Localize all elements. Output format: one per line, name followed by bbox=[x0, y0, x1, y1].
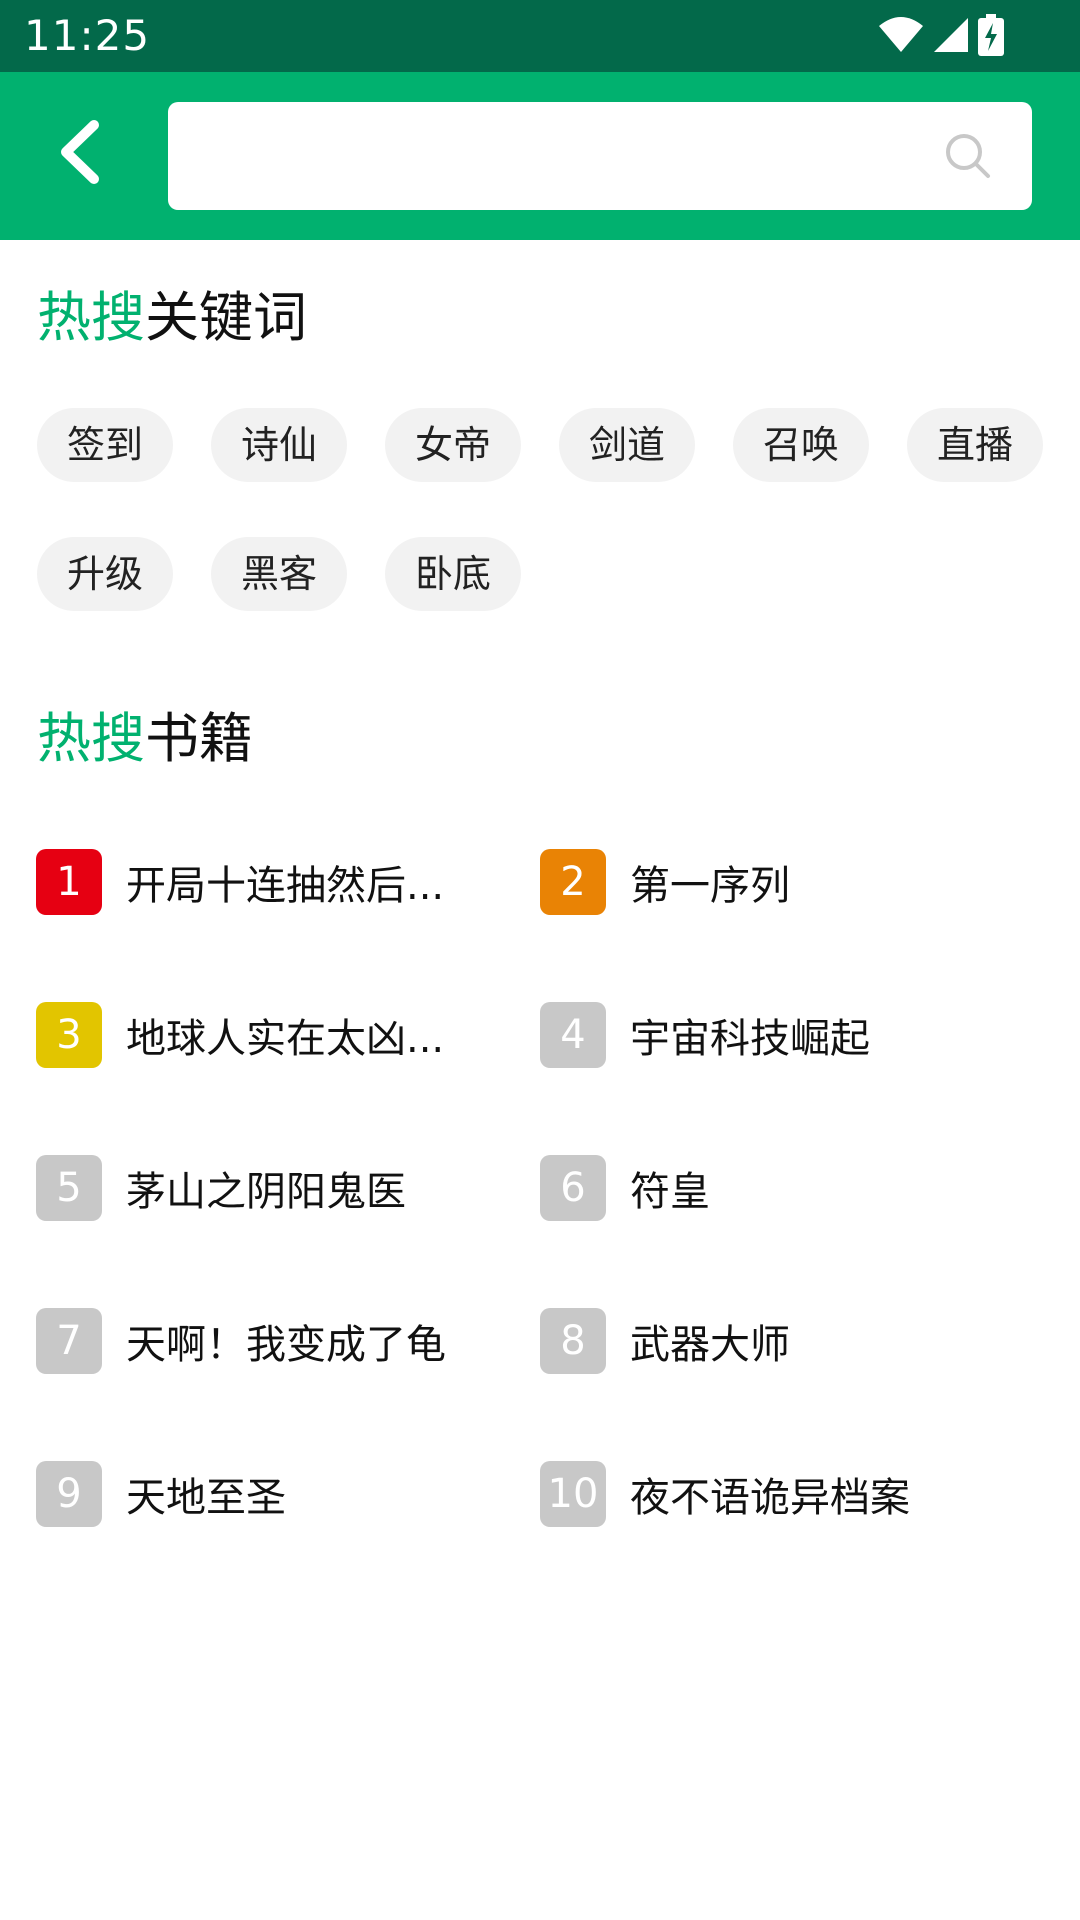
status-icons bbox=[878, 14, 1004, 56]
search-box[interactable] bbox=[168, 102, 1032, 212]
book-title: 茅山之阴阳鬼医 bbox=[126, 1169, 406, 1215]
rank-badge: 1 bbox=[36, 849, 102, 915]
status-time: 11:25 bbox=[24, 11, 151, 60]
keyword-chip[interactable]: 直播 bbox=[907, 408, 1043, 482]
wifi-icon bbox=[879, 17, 923, 52]
keyword-chip[interactable]: 剑道 bbox=[559, 408, 695, 482]
book-rank-item[interactable]: 6 符皇 bbox=[540, 1155, 1020, 1221]
book-rank-item[interactable]: 2 第一序列 bbox=[540, 849, 1020, 915]
book-title: 天地至圣 bbox=[126, 1475, 286, 1521]
book-rank-item[interactable]: 4 宇宙科技崛起 bbox=[540, 1002, 1020, 1068]
rank-badge: 5 bbox=[36, 1155, 102, 1221]
app-bar bbox=[0, 72, 1080, 240]
hot-books-title: 热搜书籍 bbox=[37, 707, 253, 771]
book-title: 开局十连抽然后... bbox=[126, 863, 445, 909]
rank-badge: 10 bbox=[540, 1461, 606, 1527]
rank-badge: 7 bbox=[36, 1308, 102, 1374]
keyword-chip[interactable]: 女帝 bbox=[385, 408, 521, 482]
book-rank-item[interactable]: 1 开局十连抽然后... bbox=[36, 849, 516, 915]
keyword-chip[interactable]: 卧底 bbox=[385, 537, 521, 611]
book-rank-item[interactable]: 5 茅山之阴阳鬼医 bbox=[36, 1155, 516, 1221]
rank-badge: 2 bbox=[540, 849, 606, 915]
hot-books-title-accent: 热搜 bbox=[37, 707, 145, 770]
book-rank-item[interactable]: 3 地球人实在太凶... bbox=[36, 1002, 516, 1068]
rank-badge: 6 bbox=[540, 1155, 606, 1221]
rank-badge: 9 bbox=[36, 1461, 102, 1527]
book-rank-item[interactable]: 8 武器大师 bbox=[540, 1308, 1020, 1374]
hot-keywords-title-rest: 关键词 bbox=[145, 286, 307, 349]
book-rank-item[interactable]: 10 夜不语诡异档案 bbox=[540, 1461, 1020, 1527]
keyword-chip[interactable]: 诗仙 bbox=[211, 408, 347, 482]
battery-charging-icon bbox=[978, 14, 1004, 56]
hot-books-title-rest: 书籍 bbox=[145, 707, 253, 770]
rank-badge: 8 bbox=[540, 1308, 606, 1374]
status-bar: 11:25 bbox=[0, 0, 1080, 72]
search-input[interactable] bbox=[192, 102, 896, 212]
book-rank-item[interactable]: 9 天地至圣 bbox=[36, 1461, 516, 1527]
book-title: 符皇 bbox=[630, 1169, 710, 1215]
book-title: 宇宙科技崛起 bbox=[630, 1016, 870, 1062]
rank-badge: 4 bbox=[540, 1002, 606, 1068]
search-icon[interactable] bbox=[944, 132, 992, 180]
book-title: 夜不语诡异档案 bbox=[630, 1475, 910, 1521]
book-rank-item[interactable]: 7 天啊！我变成了龟 bbox=[36, 1308, 516, 1374]
keyword-chip[interactable]: 签到 bbox=[37, 408, 173, 482]
hot-keywords-title: 热搜关键词 bbox=[37, 286, 307, 350]
book-title: 第一序列 bbox=[630, 863, 790, 909]
back-button[interactable] bbox=[40, 112, 120, 192]
book-title: 天啊！我变成了龟 bbox=[126, 1322, 446, 1368]
book-title: 地球人实在太凶... bbox=[126, 1016, 445, 1062]
signal-icon bbox=[934, 18, 968, 52]
book-title: 武器大师 bbox=[630, 1322, 790, 1368]
chevron-left-icon bbox=[61, 120, 99, 184]
rank-badge: 3 bbox=[36, 1002, 102, 1068]
keyword-chip[interactable]: 升级 bbox=[37, 537, 173, 611]
hot-keywords-title-accent: 热搜 bbox=[37, 286, 145, 349]
keyword-chip[interactable]: 黑客 bbox=[211, 537, 347, 611]
keyword-chip[interactable]: 召唤 bbox=[733, 408, 869, 482]
